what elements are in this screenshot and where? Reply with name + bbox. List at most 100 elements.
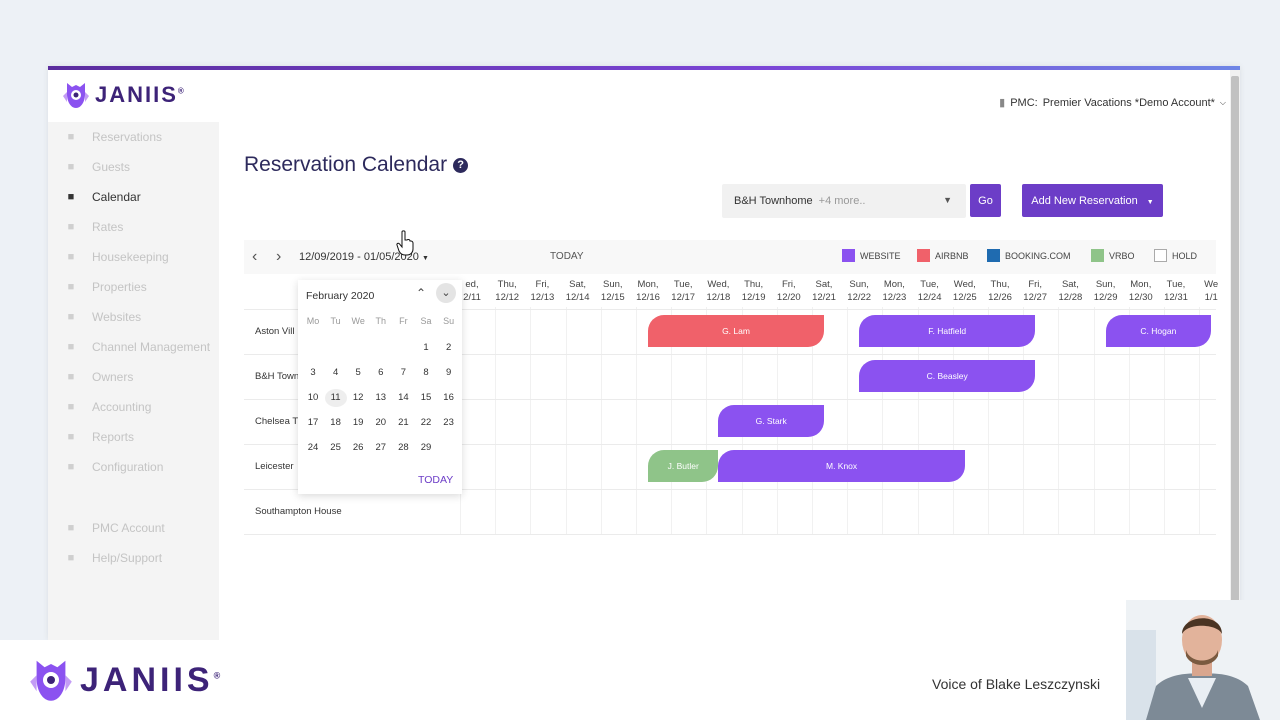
sidebar-item-label: Help/Support bbox=[92, 551, 163, 565]
picker-day[interactable]: 19 bbox=[347, 417, 369, 428]
reservation-bar[interactable]: J. Butler bbox=[648, 450, 719, 482]
sidebar-item-properties[interactable]: ■ Properties bbox=[48, 272, 219, 302]
property-select[interactable]: B&H Townhome +4 more.. ▼ bbox=[722, 184, 966, 218]
picker-day[interactable]: 16 bbox=[438, 392, 460, 403]
presenter-video bbox=[1126, 600, 1280, 720]
scrollbar-thumb[interactable] bbox=[1231, 76, 1239, 616]
legend-swatch bbox=[1091, 249, 1104, 262]
picker-day[interactable]: 25 bbox=[325, 442, 347, 453]
picker-today-button[interactable]: TODAY bbox=[418, 474, 453, 486]
legend-label: AIRBNB bbox=[935, 250, 969, 261]
reservation-guest: J. Butler bbox=[667, 461, 699, 471]
picker-day[interactable]: 12 bbox=[347, 392, 369, 403]
picker-day[interactable]: 1 bbox=[415, 342, 437, 353]
sidebar-item-label: Accounting bbox=[92, 400, 152, 414]
day-date: 12/25 bbox=[952, 292, 977, 303]
day-header: Sun, 12/15 bbox=[595, 278, 631, 304]
property-row-label[interactable]: Aston Vill bbox=[255, 326, 294, 337]
pmc-account-selector[interactable]: ▮ PMC: Premier Vacations *Demo Account* … bbox=[999, 96, 1226, 110]
picker-day[interactable]: 15 bbox=[415, 392, 437, 403]
chevron-left-icon[interactable]: ‹ bbox=[252, 248, 257, 266]
pmc-label: PMC: bbox=[1010, 96, 1038, 109]
column-divider bbox=[1058, 307, 1060, 535]
day-name: Thu, bbox=[990, 279, 1010, 290]
sidebar-item-configuration[interactable]: ■ Configuration bbox=[48, 452, 219, 482]
day-date: 12/20 bbox=[776, 292, 801, 303]
picker-day[interactable]: 5 bbox=[347, 367, 369, 378]
sidebar-item-websites[interactable]: ■ Websites bbox=[48, 302, 219, 332]
chevron-right-icon[interactable]: › bbox=[276, 248, 281, 266]
property-row-label[interactable]: B&H Town bbox=[255, 371, 299, 382]
add-new-reservation-button[interactable]: Add New Reservation ▼ bbox=[1022, 184, 1163, 217]
reservation-bar[interactable]: M. Knox bbox=[718, 450, 965, 482]
picker-day[interactable]: 14 bbox=[392, 392, 414, 403]
reservation-bar[interactable]: F. Hatfield bbox=[859, 315, 1036, 347]
sidebar: ■ Reservations ■ Guests ■ Calendar ■ Rates ■ Hous… bbox=[48, 122, 219, 640]
picker-day[interactable]: 11 bbox=[324, 389, 347, 407]
picker-day[interactable]: 7 bbox=[392, 367, 414, 378]
picker-day[interactable]: 13 bbox=[370, 392, 392, 403]
picker-day[interactable]: 18 bbox=[325, 417, 347, 428]
picker-day[interactable]: 20 bbox=[370, 417, 392, 428]
sidebar-item-pmc-account[interactable]: ■ PMC Account bbox=[48, 513, 219, 543]
sidebar-item-owners[interactable]: ■ Owners bbox=[48, 362, 219, 392]
day-date: 12/28 bbox=[1058, 292, 1083, 303]
day-date: 12/16 bbox=[636, 292, 660, 303]
help-icon[interactable]: ? bbox=[453, 157, 469, 173]
reservation-bar[interactable]: G. Lam bbox=[648, 315, 824, 347]
picker-day[interactable]: 10 bbox=[302, 392, 324, 403]
sidebar-item-calendar[interactable]: ■ Calendar bbox=[48, 182, 219, 212]
reservation-bar[interactable]: G. Stark bbox=[718, 405, 824, 437]
property-row-label[interactable]: Chelsea T bbox=[255, 416, 298, 427]
picker-day[interactable]: 9 bbox=[438, 367, 460, 378]
picker-day[interactable]: 28 bbox=[392, 442, 414, 453]
picker-day[interactable]: 29 bbox=[415, 442, 437, 453]
broom-icon: ■ bbox=[67, 251, 75, 263]
picker-day[interactable]: 26 bbox=[347, 442, 369, 453]
column-divider bbox=[847, 307, 849, 535]
picker-day[interactable]: 27 bbox=[370, 442, 392, 453]
today-button[interactable]: TODAY bbox=[550, 251, 584, 262]
go-button[interactable]: Go bbox=[970, 184, 1001, 217]
picker-day[interactable]: 3 bbox=[302, 367, 324, 378]
picker-day[interactable]: 23 bbox=[438, 417, 460, 428]
sidebar-item-housekeeping[interactable]: ■ Housekeeping bbox=[48, 242, 219, 272]
picker-day[interactable]: 22 bbox=[415, 417, 437, 428]
sidebar-item-label: Rates bbox=[92, 220, 124, 234]
picker-day[interactable]: 2 bbox=[438, 342, 460, 353]
picker-day[interactable]: 24 bbox=[302, 442, 324, 453]
sidebar-item-reservations[interactable]: ■ Reservations bbox=[48, 122, 219, 152]
day-date: 12/31 bbox=[1164, 292, 1188, 303]
reservation-bar[interactable]: C. Beasley bbox=[859, 360, 1036, 392]
property-row-label[interactable]: Leicester bbox=[255, 461, 294, 472]
sidebar-item-channel-management[interactable]: ■ Channel Management bbox=[48, 332, 219, 362]
day-name: Sat, bbox=[815, 279, 833, 290]
chevron-up-icon[interactable]: ⌃ bbox=[416, 286, 426, 300]
picker-weekday: Mo bbox=[306, 316, 320, 326]
sidebar-item-guests[interactable]: ■ Guests bbox=[48, 152, 219, 182]
chevron-down-icon[interactable]: ⌄ bbox=[436, 283, 456, 303]
sidebar-item-label: Owners bbox=[92, 370, 134, 384]
sidebar-item-rates[interactable]: ■ Rates bbox=[48, 212, 219, 242]
sidebar-item-accounting[interactable]: ■ Accounting bbox=[48, 392, 219, 422]
row-divider bbox=[244, 534, 1216, 535]
reservation-bar[interactable]: C. Hogan bbox=[1105, 315, 1212, 347]
day-header: Sat, 12/14 bbox=[560, 278, 596, 304]
column-divider bbox=[565, 307, 567, 535]
day-name: Tue, bbox=[673, 279, 693, 290]
property-row-label[interactable]: Southampton House bbox=[255, 506, 342, 517]
picker-day[interactable]: 17 bbox=[302, 417, 324, 428]
legend-label: HOLD bbox=[1172, 250, 1198, 261]
app-window: JANIIS® ▮ PMC: Premier Vacations *Demo A… bbox=[48, 66, 1240, 640]
column-divider bbox=[495, 307, 497, 535]
picker-day[interactable]: 6 bbox=[370, 367, 392, 378]
picker-day[interactable]: 8 bbox=[415, 367, 437, 378]
day-header: Mon, 12/23 bbox=[876, 278, 912, 304]
day-date: 1/1 bbox=[1204, 292, 1218, 303]
page-title-text: Reservation Calendar bbox=[244, 153, 448, 176]
picker-day[interactable]: 4 bbox=[325, 367, 347, 378]
sidebar-item-reports[interactable]: ■ Reports bbox=[48, 422, 219, 452]
janiis-logo[interactable]: JANIIS® bbox=[63, 80, 184, 110]
sidebar-item-help-support[interactable]: ■ Help/Support bbox=[48, 543, 219, 573]
picker-day[interactable]: 21 bbox=[392, 417, 414, 428]
